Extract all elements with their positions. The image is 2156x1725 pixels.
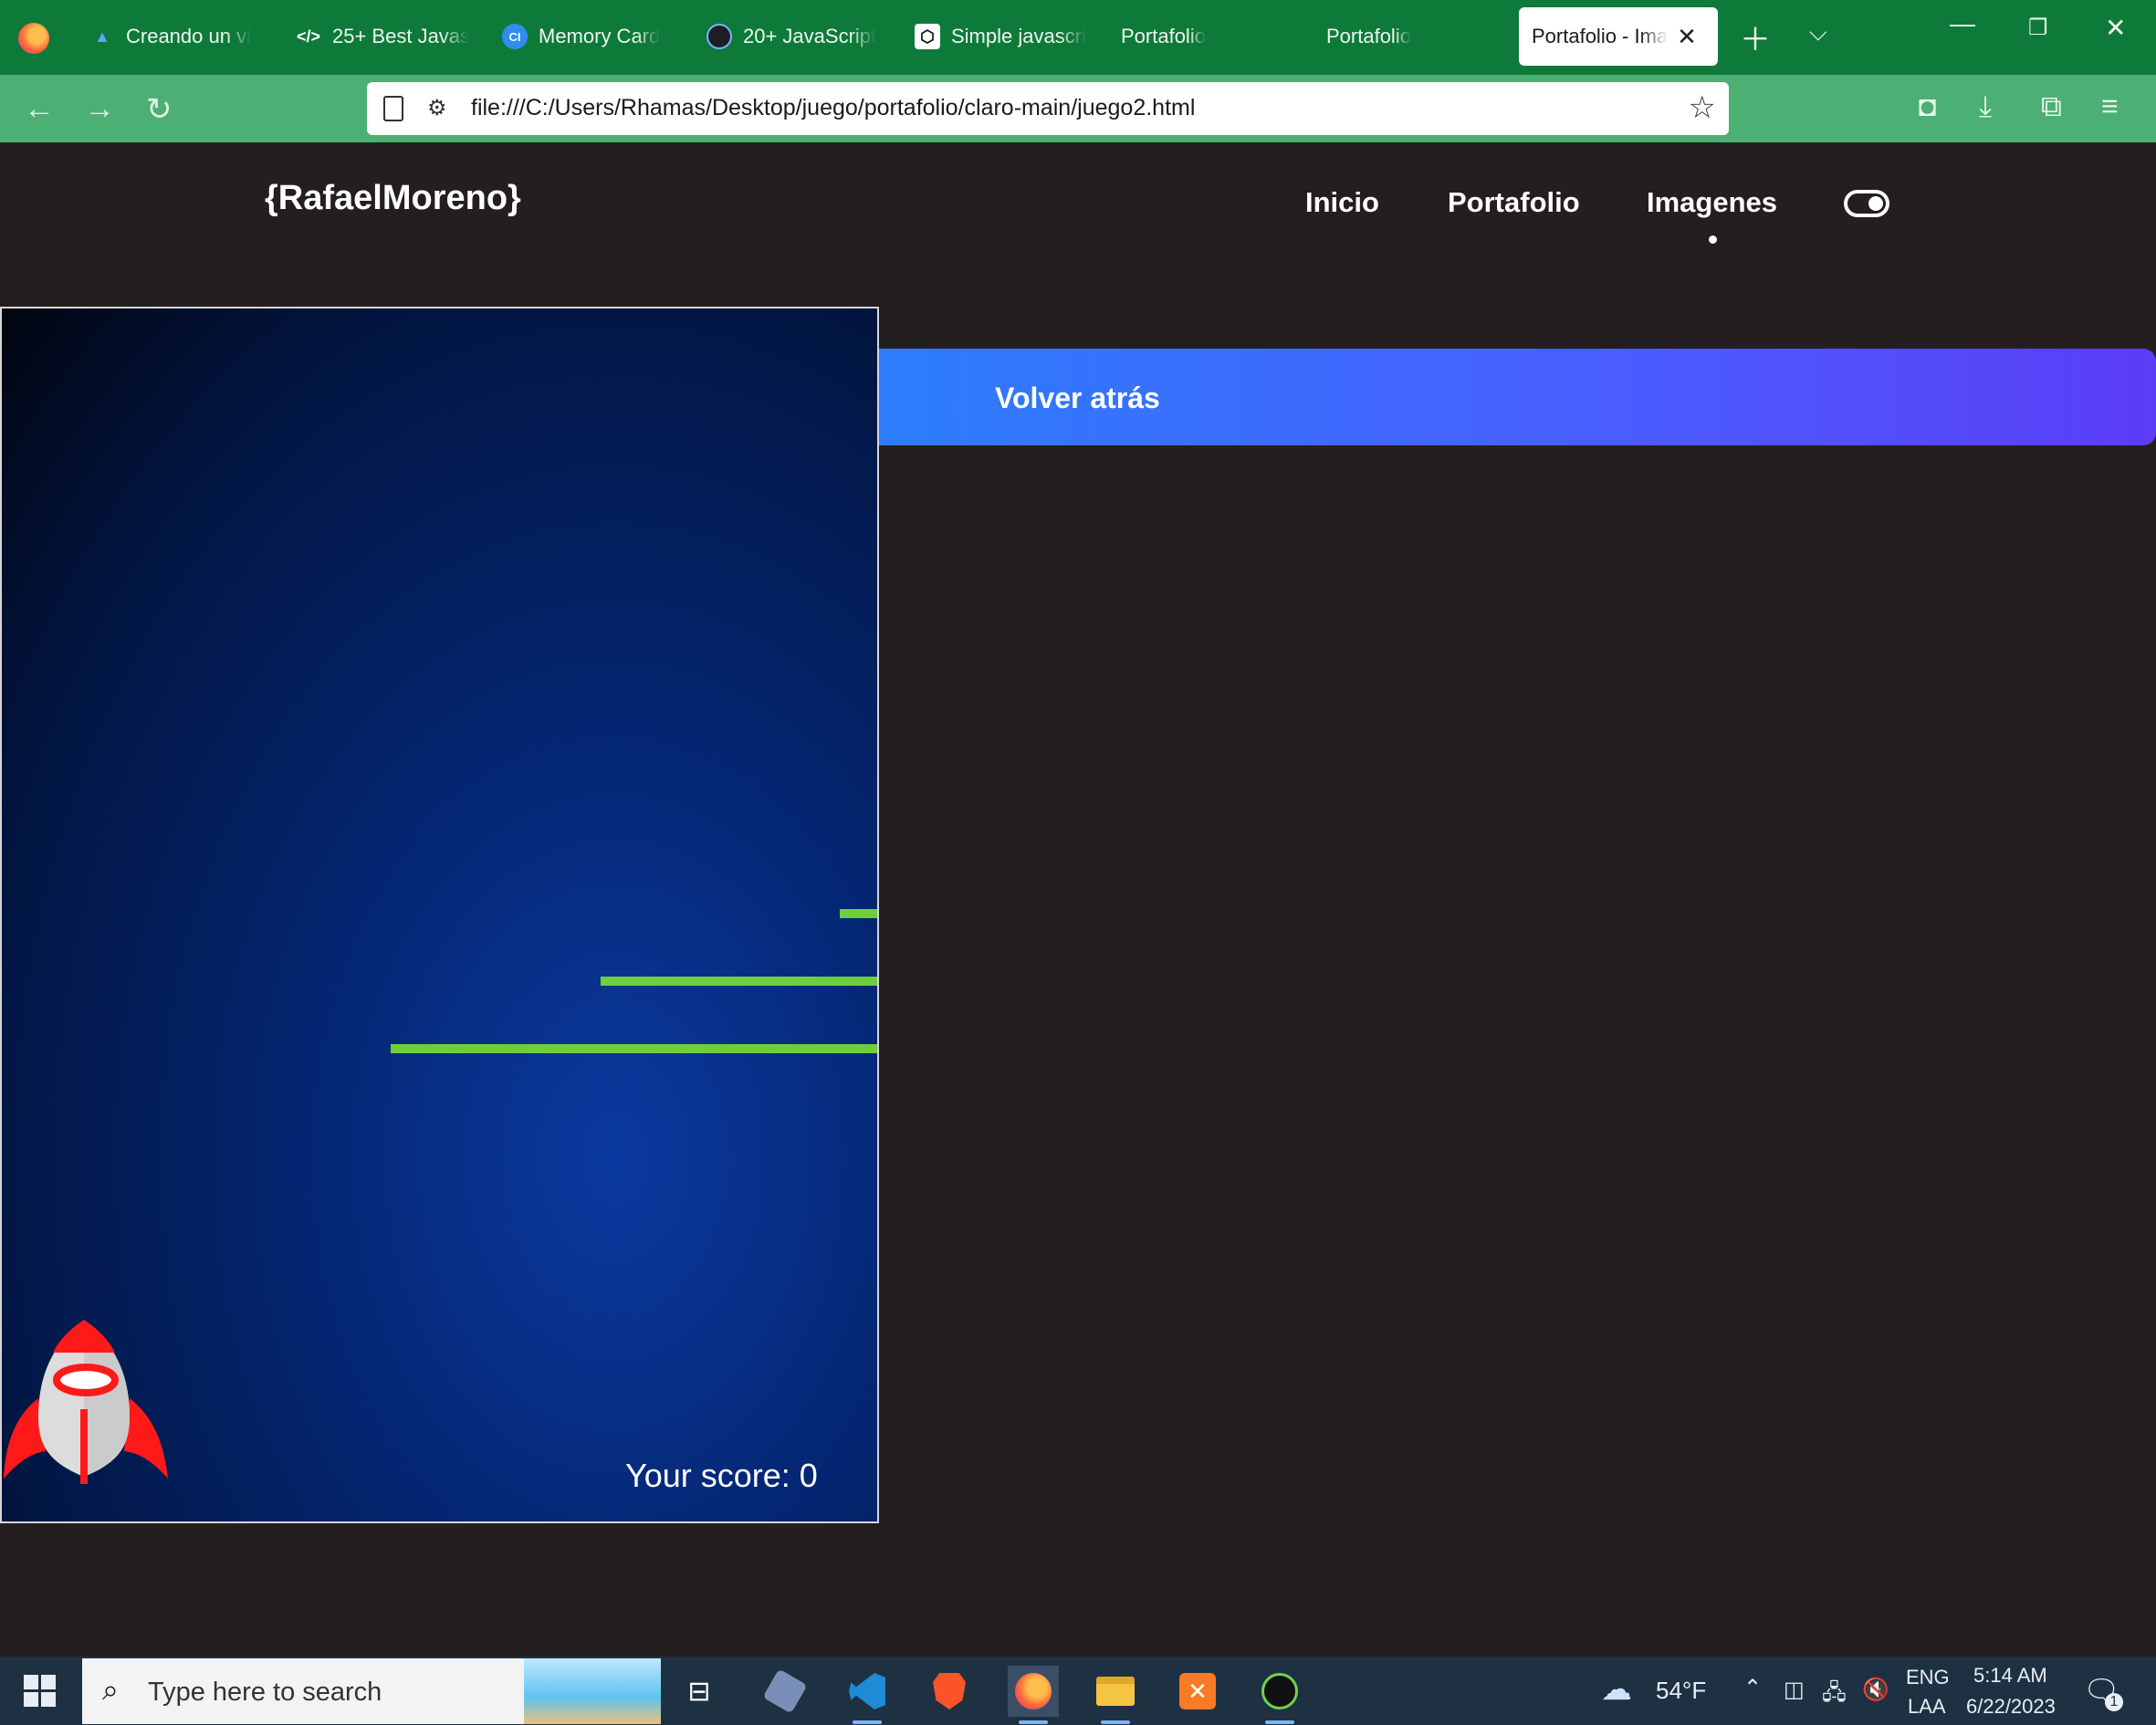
- obstacle-bar: [601, 977, 877, 986]
- code-icon: </>: [296, 26, 321, 46]
- minimize-icon[interactable]: —: [1950, 9, 1975, 38]
- forward-arrow-icon[interactable]: →: [84, 91, 115, 127]
- tab-label: Simple javascri: [951, 25, 1086, 47]
- triangle-a-icon: ▲: [94, 26, 110, 46]
- reload-icon[interactable]: ↻: [146, 91, 173, 128]
- nav-link-portafolio[interactable]: Portafolio: [1448, 186, 1580, 219]
- clock-time[interactable]: 5:14 AM: [1973, 1664, 2047, 1688]
- volume-muted-icon[interactable]: 🔇: [1862, 1677, 1889, 1703]
- site-brand[interactable]: {RafaelMoreno}: [265, 179, 521, 218]
- tab-portafolio-imagenes[interactable]: Portafolio - Ima ✕: [1519, 7, 1718, 66]
- tab-creando[interactable]: ▲ Creando un vi: [89, 7, 263, 66]
- pocket-icon[interactable]: ◘: [1919, 89, 1936, 123]
- tab-label: Portafolio: [1326, 25, 1411, 47]
- hamburger-menu-icon[interactable]: ≡: [2101, 89, 2119, 123]
- permissions-icon[interactable]: ⚙: [427, 95, 447, 121]
- task-view-icon[interactable]: ⊟: [674, 1666, 725, 1717]
- nav-link-inicio[interactable]: Inicio: [1305, 186, 1379, 219]
- score-text: Your score: 0: [625, 1457, 818, 1494]
- toggle-knob: [1868, 196, 1883, 211]
- url-text[interactable]: file:///C:/Users/Rhamas/Desktop/juego/po…: [471, 95, 1195, 121]
- search-icon: ⌕: [102, 1673, 119, 1706]
- obstacle-bar: [391, 1044, 877, 1053]
- clock-date[interactable]: 6/22/2023: [1966, 1695, 2056, 1719]
- obstacle-bar: [840, 909, 877, 918]
- weather-cloud-icon[interactable]: ☁: [1601, 1671, 1632, 1708]
- codepen-icon: ⬡: [915, 24, 940, 49]
- weather-temp[interactable]: 54°F: [1656, 1677, 1706, 1705]
- extensions-icon[interactable]: ⧉: [2041, 89, 2062, 124]
- search-highlight-image: [524, 1658, 661, 1724]
- back-button-label: Volver atrás: [995, 382, 1160, 414]
- new-tab-button[interactable]: ＋: [1740, 15, 1771, 59]
- active-nav-indicator: [1709, 235, 1717, 244]
- tab-label: Memory Card: [539, 25, 661, 47]
- tab-label: 25+ Best Javas: [332, 25, 469, 47]
- tab-portafolio-1[interactable]: Portafolio: [1121, 7, 1294, 66]
- download-icon[interactable]: ⤓: [1979, 89, 1992, 124]
- card-icon: CI: [502, 24, 528, 49]
- address-bar[interactable]: ⚙ file:///C:/Users/Rhamas/Desktop/juego/…: [367, 82, 1729, 135]
- back-arrow-icon[interactable]: ←: [24, 91, 55, 127]
- network-icon[interactable]: 🖧: [1822, 1677, 1847, 1714]
- tab-memory-card[interactable]: CI Memory Card: [502, 7, 675, 66]
- tab-simple-javascript[interactable]: ⬡ Simple javascri: [915, 7, 1088, 66]
- browser-tab-bar: ▲ Creando un vi </> 25+ Best Javas CI Me…: [0, 0, 2156, 75]
- windows-taskbar: ⌕ Type here to search ⊟ ✕ ☁ 54°F ⌃ ◫ 🖧 🔇…: [0, 1657, 2156, 1725]
- tab-20-javascript[interactable]: 20+ JavaScript: [706, 7, 880, 66]
- nav-link-imagenes[interactable]: Imagenes: [1647, 186, 1777, 219]
- tab-list-chevron-down-icon[interactable]: ⌵: [1809, 18, 1827, 47]
- theme-toggle[interactable]: [1844, 190, 1889, 217]
- firefox-taskbar-icon[interactable]: [1008, 1666, 1059, 1724]
- file-explorer-icon[interactable]: [1090, 1666, 1141, 1724]
- window-close-icon[interactable]: ✕: [2105, 13, 2126, 43]
- tray-chevron-up-icon[interactable]: ⌃: [1743, 1675, 1762, 1701]
- virtualbox-icon[interactable]: [759, 1666, 811, 1717]
- tab-portafolio-2[interactable]: Portafolio: [1326, 7, 1500, 66]
- tab-label: 20+ JavaScript: [743, 25, 877, 47]
- notification-badge: 1: [2105, 1693, 2123, 1711]
- brave-icon[interactable]: [924, 1666, 975, 1717]
- close-icon[interactable]: ✕: [1677, 23, 1697, 51]
- inkscape-icon[interactable]: [1254, 1666, 1305, 1724]
- vscode-icon[interactable]: [842, 1666, 893, 1724]
- back-button[interactable]: Volver atrás: [876, 349, 2156, 445]
- tab-label: Creando un vi: [126, 25, 251, 47]
- page-icon: [383, 96, 403, 121]
- meet-now-icon[interactable]: ◫: [1784, 1677, 1805, 1703]
- rocket-icon: [4, 1320, 168, 1484]
- windows-start-icon[interactable]: [24, 1675, 57, 1708]
- bookmark-star-icon[interactable]: ☆: [1689, 89, 1716, 126]
- xampp-icon[interactable]: ✕: [1172, 1666, 1223, 1717]
- search-placeholder: Type here to search: [148, 1678, 382, 1707]
- language-line1[interactable]: ENG: [1906, 1666, 1950, 1689]
- taskbar-search-box[interactable]: ⌕ Type here to search: [82, 1658, 661, 1724]
- firefox-icon[interactable]: [18, 23, 49, 54]
- restore-icon[interactable]: ❐: [2028, 15, 2048, 41]
- tab-best-javascript[interactable]: </> 25+ Best Javas: [296, 7, 469, 66]
- language-line2[interactable]: LAA: [1908, 1695, 1946, 1719]
- github-icon: [706, 24, 732, 49]
- tab-label: Portafolio: [1121, 25, 1206, 47]
- tab-label: Portafolio - Ima: [1532, 25, 1669, 47]
